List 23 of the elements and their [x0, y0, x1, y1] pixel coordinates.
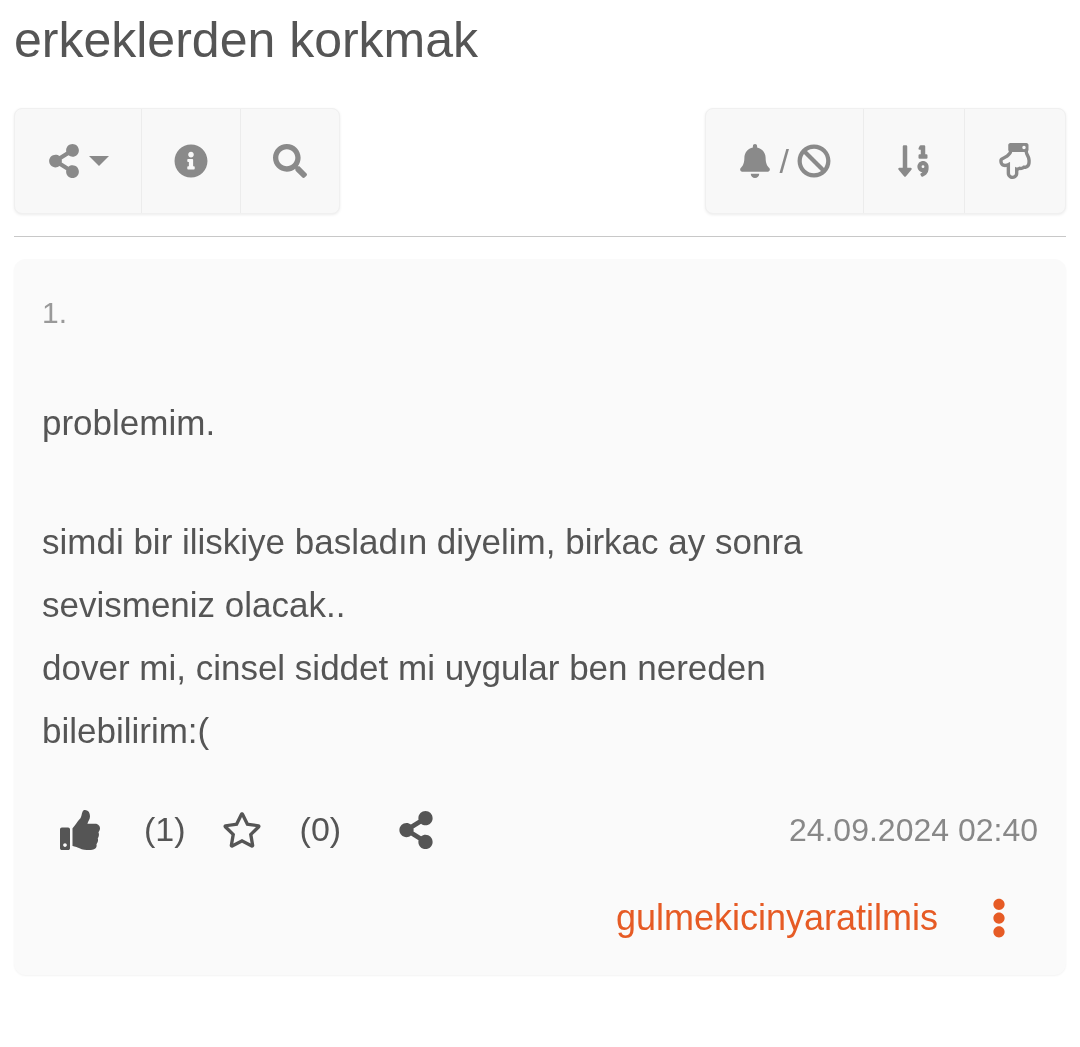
like-button[interactable] — [60, 809, 100, 850]
share-button[interactable] — [397, 810, 436, 849]
like-count: (1) — [144, 809, 186, 850]
hand-down-icon — [997, 143, 1033, 179]
favorite-button[interactable] — [221, 809, 262, 850]
entry-text: dover mi, cinsel siddet mi uygular ben nereden bilebilirim:( — [42, 647, 767, 752]
share-icon — [397, 810, 436, 849]
ban-icon — [797, 144, 831, 178]
star-icon — [221, 809, 262, 850]
favorite-count: (0) — [299, 809, 342, 850]
entry-number: 1. — [42, 295, 68, 331]
entry-text: problemim. — [42, 402, 217, 444]
info-icon — [174, 144, 208, 178]
author-link[interactable]: gulmekicinyaratilmis — [615, 891, 938, 945]
caret-icon — [89, 156, 109, 166]
sort-icon — [896, 143, 932, 179]
search-icon — [273, 144, 307, 178]
bell-icon — [737, 144, 772, 178]
page-title: erkeklerden korkmak — [14, 11, 479, 70]
thumbs-up-icon — [60, 809, 100, 850]
entry-text: simdi bir iliskiye basladın diyelim, birkac ay sonra sevismeniz olacak.. — [42, 521, 804, 626]
entry-date: 24.09.2024 02:40 — [788, 810, 1038, 850]
share-icon — [47, 144, 81, 178]
